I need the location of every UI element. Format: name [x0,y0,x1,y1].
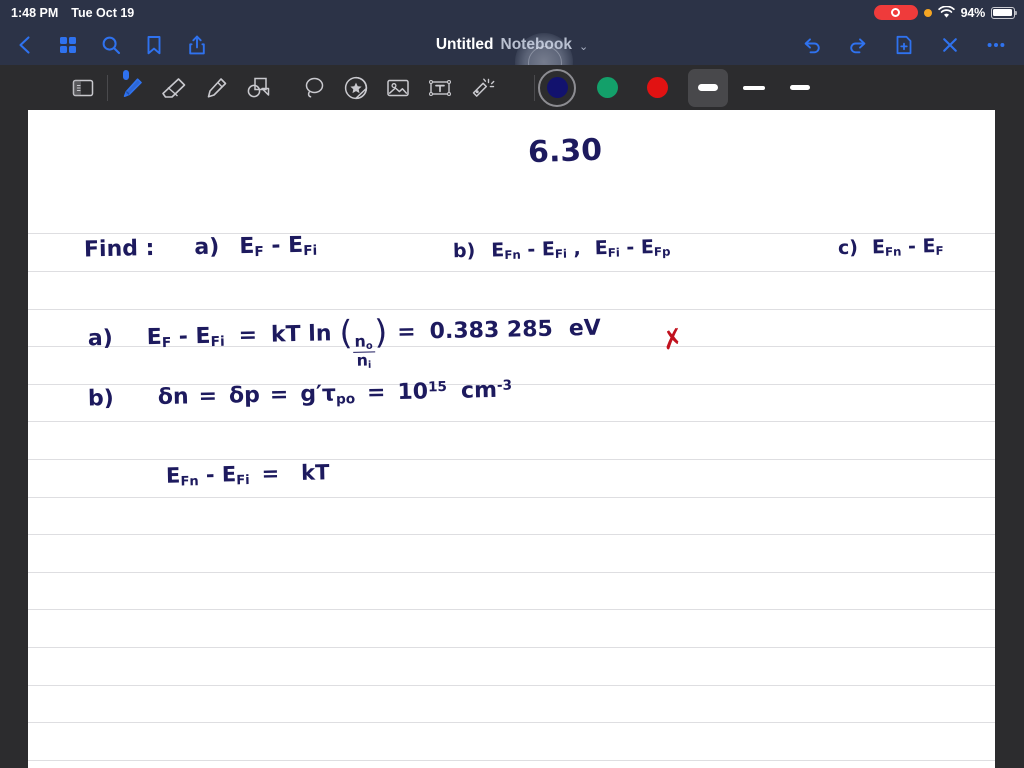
correction-x-mark: ✗ [658,322,687,358]
color-swatch-green[interactable] [588,69,626,107]
nav-left-group [0,34,208,56]
wifi-icon [937,6,955,18]
thumbnails-icon[interactable] [57,34,79,56]
lasso-tool[interactable] [293,69,335,107]
stroke-width-thin[interactable] [780,69,820,107]
status-date: Tue Oct 19 [71,5,135,20]
redo-icon[interactable] [847,34,869,56]
rule-line [28,722,995,723]
share-icon[interactable] [186,34,208,56]
green-swatch-fill [596,77,618,98]
notebook-canvas[interactable]: 6.30 Find : a) EF - EFi b) EFn - EFi , EFi -… [0,110,1024,768]
handwriting-heading: 6.30 [527,132,603,171]
rule-line [28,497,995,498]
eraser-tool[interactable] [153,69,195,107]
rule-line [28,609,995,610]
undo-icon[interactable] [801,34,823,56]
color-swatch-navy[interactable] [538,68,576,107]
navigation-bar: Untitled Notebook ⌄ [0,25,1024,91]
rule-line [28,271,995,272]
handwriting-part-a: a) EF - EFi = kT ln(no ni) = 0.383 285 eV [87,312,602,372]
new-page-icon[interactable] [893,34,915,56]
color-swatch-red[interactable] [638,69,676,107]
rule-line [28,233,995,234]
rule-line [28,760,995,761]
handwriting-part-b-cont: EFn - EFi = kT [165,460,330,490]
record-ring-icon [891,8,901,17]
battery-fill [993,8,1012,17]
more-options-icon[interactable] [985,34,1007,56]
pen-tool[interactable] [111,69,153,107]
stroke-width-thick[interactable] [688,68,728,107]
sticker-tool[interactable] [335,69,377,107]
status-time: 1:48 PM [11,5,59,20]
shapes-tool[interactable] [237,69,279,107]
color-divider [534,74,535,101]
rule-line [28,421,995,422]
handwriting-find-line-c: c) EFn - EF [837,235,944,260]
page-layout-tool[interactable] [62,69,104,107]
medium-stroke-bar [743,85,765,90]
tool-palette [0,65,1024,110]
rule-line [28,534,995,535]
document-title-bold: Untitled [435,36,494,53]
microphone-privacy-icon [923,8,932,17]
rule-line [28,647,995,648]
thin-stroke-bar [790,85,810,90]
rule-line [28,685,995,686]
highlighter-tool[interactable] [195,69,237,107]
handwriting-find-line-b: b) EFn - EFi , EFi - EFp [452,236,671,263]
thick-stroke-bar [698,84,718,91]
chevron-down-icon[interactable]: ⌄ [579,40,588,53]
status-bar: 1:48 PM Tue Oct 19 94% [0,0,1024,25]
handwriting-find-line: Find : a) EF - EFi [83,232,318,263]
laser-pointer-tool[interactable] [461,69,503,107]
stroke-width-medium[interactable] [734,69,774,107]
close-icon[interactable] [939,34,961,56]
text-box-tool[interactable] [419,69,461,107]
tool-divider [107,74,108,101]
nav-right-group [801,34,1024,56]
image-tool[interactable] [377,69,419,107]
battery-percent-label: 94% [960,5,986,20]
handwriting-part-b: b) δn = δp = g′τpo = 1015 cm-3 [87,377,513,412]
status-bar-right: 94% [873,5,1024,20]
pen-active-indicator [123,69,129,80]
bookmark-icon[interactable] [143,34,165,56]
battery-icon [991,6,1018,19]
back-icon[interactable] [14,34,36,56]
screen-recording-icon[interactable] [873,5,918,20]
notability-app-window: 1:48 PM Tue Oct 19 94% Untitled Notebook… [0,0,1024,768]
red-swatch-fill [646,77,668,98]
status-bar-left: 1:48 PM Tue Oct 19 [0,6,134,20]
search-icon[interactable] [100,34,122,56]
rule-line [28,572,995,573]
document-title-light: Notebook [500,36,572,53]
notebook-page[interactable]: 6.30 Find : a) EF - EFi b) EFn - EFi , EFi -… [28,110,995,768]
rule-line [28,459,995,460]
navy-swatch-fill [546,77,568,98]
